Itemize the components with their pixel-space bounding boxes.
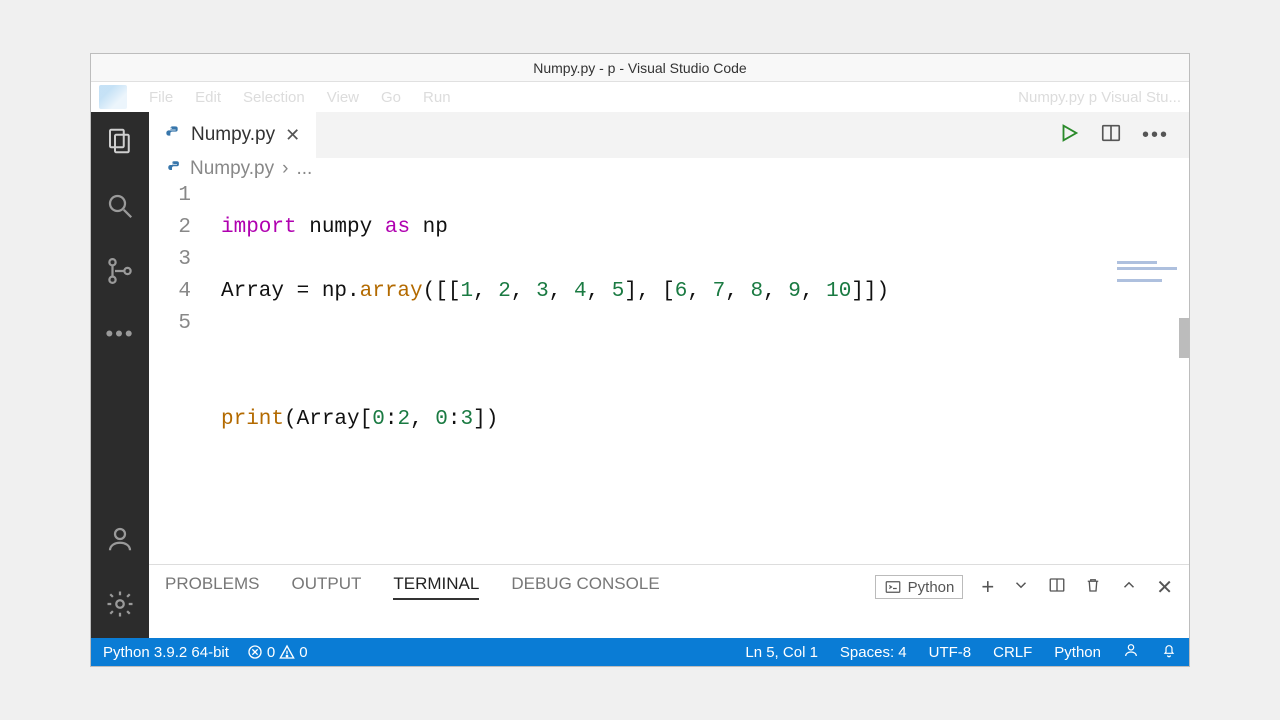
line-gutter: 1 2 3 4 5 <box>149 180 221 564</box>
search-icon[interactable] <box>105 191 135 226</box>
status-feedback-icon[interactable] <box>1123 642 1139 662</box>
python-file-icon <box>167 160 182 179</box>
window-title: Numpy.py - p - Visual Studio Code <box>533 60 746 76</box>
kill-terminal-icon[interactable] <box>1084 576 1102 599</box>
breadcrumb-rest: ... <box>296 158 312 180</box>
account-icon[interactable] <box>105 524 135 559</box>
panel-tabs: PROBLEMS OUTPUT TERMINAL DEBUG CONSOLE P… <box>149 565 1189 609</box>
settings-gear-icon[interactable] <box>105 589 135 624</box>
panel-tab-output[interactable]: OUTPUT <box>291 574 361 600</box>
status-interpreter[interactable]: Python 3.9.2 64-bit <box>103 644 229 661</box>
new-terminal-icon[interactable]: + <box>981 574 994 600</box>
menubar: File Edit Selection View Go Run Numpy.py… <box>91 82 1189 112</box>
code-content[interactable]: import numpy as np Array = np.array([[1,… <box>221 180 1189 564</box>
menu-selection[interactable]: Selection <box>243 89 305 106</box>
maximize-panel-icon[interactable] <box>1120 576 1138 599</box>
minimap-scrollbar[interactable] <box>1179 318 1189 358</box>
tab-close-icon[interactable]: ✕ <box>285 125 300 146</box>
menu-file[interactable]: File <box>149 89 173 106</box>
source-control-icon[interactable] <box>105 256 135 291</box>
python-file-icon <box>165 125 181 146</box>
panel-tab-debug[interactable]: DEBUG CONSOLE <box>511 574 659 600</box>
status-encoding[interactable]: UTF-8 <box>929 644 972 661</box>
status-bar: Python 3.9.2 64-bit 0 0 Ln 5, Col 1 Spac… <box>91 638 1189 666</box>
bottom-panel: PROBLEMS OUTPUT TERMINAL DEBUG CONSOLE P… <box>149 564 1189 638</box>
menu-run[interactable]: Run <box>423 89 451 106</box>
editor-area: Numpy.py ✕ ••• Numpy.py <box>149 112 1189 638</box>
terminal-dropdown-icon[interactable] <box>1012 576 1030 599</box>
split-editor-icon[interactable] <box>1100 122 1122 149</box>
more-actions-icon[interactable]: ••• <box>1142 124 1169 147</box>
run-icon[interactable] <box>1058 122 1080 149</box>
status-spaces[interactable]: Spaces: 4 <box>840 644 907 661</box>
status-eol[interactable]: CRLF <box>993 644 1032 661</box>
more-icon[interactable]: ••• <box>105 321 134 347</box>
status-bell-icon[interactable] <box>1161 642 1177 662</box>
split-terminal-icon[interactable] <box>1048 576 1066 599</box>
panel-tab-problems[interactable]: PROBLEMS <box>165 574 259 600</box>
tab-numpy[interactable]: Numpy.py ✕ <box>149 112 316 158</box>
app-logo <box>99 85 127 109</box>
status-lang[interactable]: Python <box>1054 644 1101 661</box>
status-cursor[interactable]: Ln 5, Col 1 <box>745 644 818 661</box>
titlebar: Numpy.py - p - Visual Studio Code <box>91 54 1189 82</box>
activity-bar: ••• <box>91 112 149 638</box>
terminal-profile-selector[interactable]: Python <box>875 575 964 599</box>
tab-label: Numpy.py <box>191 124 275 146</box>
breadcrumb-file: Numpy.py <box>190 158 274 180</box>
panel-tab-terminal[interactable]: TERMINAL <box>393 574 479 600</box>
menu-edit[interactable]: Edit <box>195 89 221 106</box>
code-editor[interactable]: 1 2 3 4 5 import numpy as np Array = np.… <box>149 180 1189 564</box>
tab-bar: Numpy.py ✕ ••• <box>149 112 1189 158</box>
menu-go[interactable]: Go <box>381 89 401 106</box>
explorer-icon[interactable] <box>105 126 135 161</box>
menu-view[interactable]: View <box>327 89 359 106</box>
terminal-content[interactable]: C:\Users\pk\Desktop\Pyhton\p>C:/Users/pk… <box>149 609 1189 638</box>
vscode-window: Numpy.py - p - Visual Studio Code File E… <box>90 53 1190 667</box>
status-problems[interactable]: 0 0 <box>247 644 308 661</box>
minimap[interactable] <box>1117 258 1189 418</box>
menubar-title-fade: Numpy.py p Visual Stu... <box>1018 89 1181 106</box>
terminal-profile-label: Python <box>908 579 955 596</box>
breadcrumb-sep: › <box>282 158 288 180</box>
breadcrumb[interactable]: Numpy.py › ... <box>149 158 1189 180</box>
close-panel-icon[interactable]: ✕ <box>1156 575 1173 600</box>
